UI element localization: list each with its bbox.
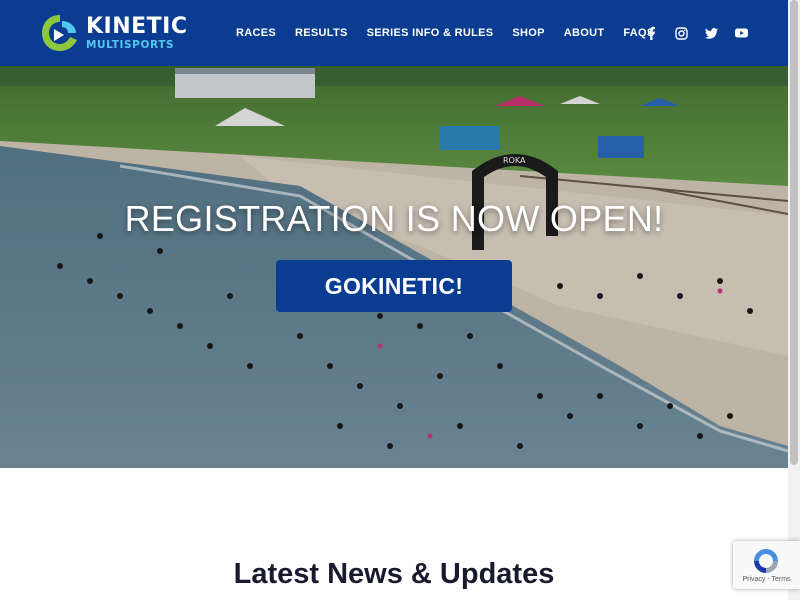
instagram-icon[interactable] [666,18,696,48]
nav-item-races[interactable]: RACES [236,27,276,39]
youtube-icon[interactable] [726,18,756,48]
recaptcha-icon [754,549,778,573]
facebook-icon[interactable] [636,18,666,48]
nav-item-results[interactable]: RESULTS [295,27,348,39]
hero-banner: ROKA REGISTRATION IS NOW OPEN! GOKINETIC… [0,66,788,468]
logo-subname: MULTISPORTS [86,38,175,51]
nav-item-shop[interactable]: SHOP [512,27,544,39]
page: KINETIC MULTISPORTS RACES RESULTS SERIES… [0,0,788,600]
nav-item-series-info[interactable]: SERIES INFO & RULES [367,27,494,39]
scrollbar[interactable] [788,0,800,600]
recaptcha-badge[interactable]: Privacy - Terms [733,541,800,589]
logo[interactable]: KINETIC MULTISPORTS [40,10,200,56]
social-links [636,0,756,66]
scrollbar-thumb[interactable] [790,0,798,465]
twitter-icon[interactable] [696,18,726,48]
main-nav: RACES RESULTS SERIES INFO & RULES SHOP A… [236,0,674,66]
logo-mark-icon [42,15,77,51]
section-title: Latest News & Updates [233,558,555,590]
site-header: KINETIC MULTISPORTS RACES RESULTS SERIES… [0,0,788,66]
logo-name: KINETIC [86,13,188,39]
hero-title: REGISTRATION IS NOW OPEN! [124,198,664,239]
gokinetic-button[interactable]: GOKINETIC! [276,260,512,312]
recaptcha-links[interactable]: Privacy - Terms [733,576,800,583]
nav-item-about[interactable]: ABOUT [564,27,605,39]
